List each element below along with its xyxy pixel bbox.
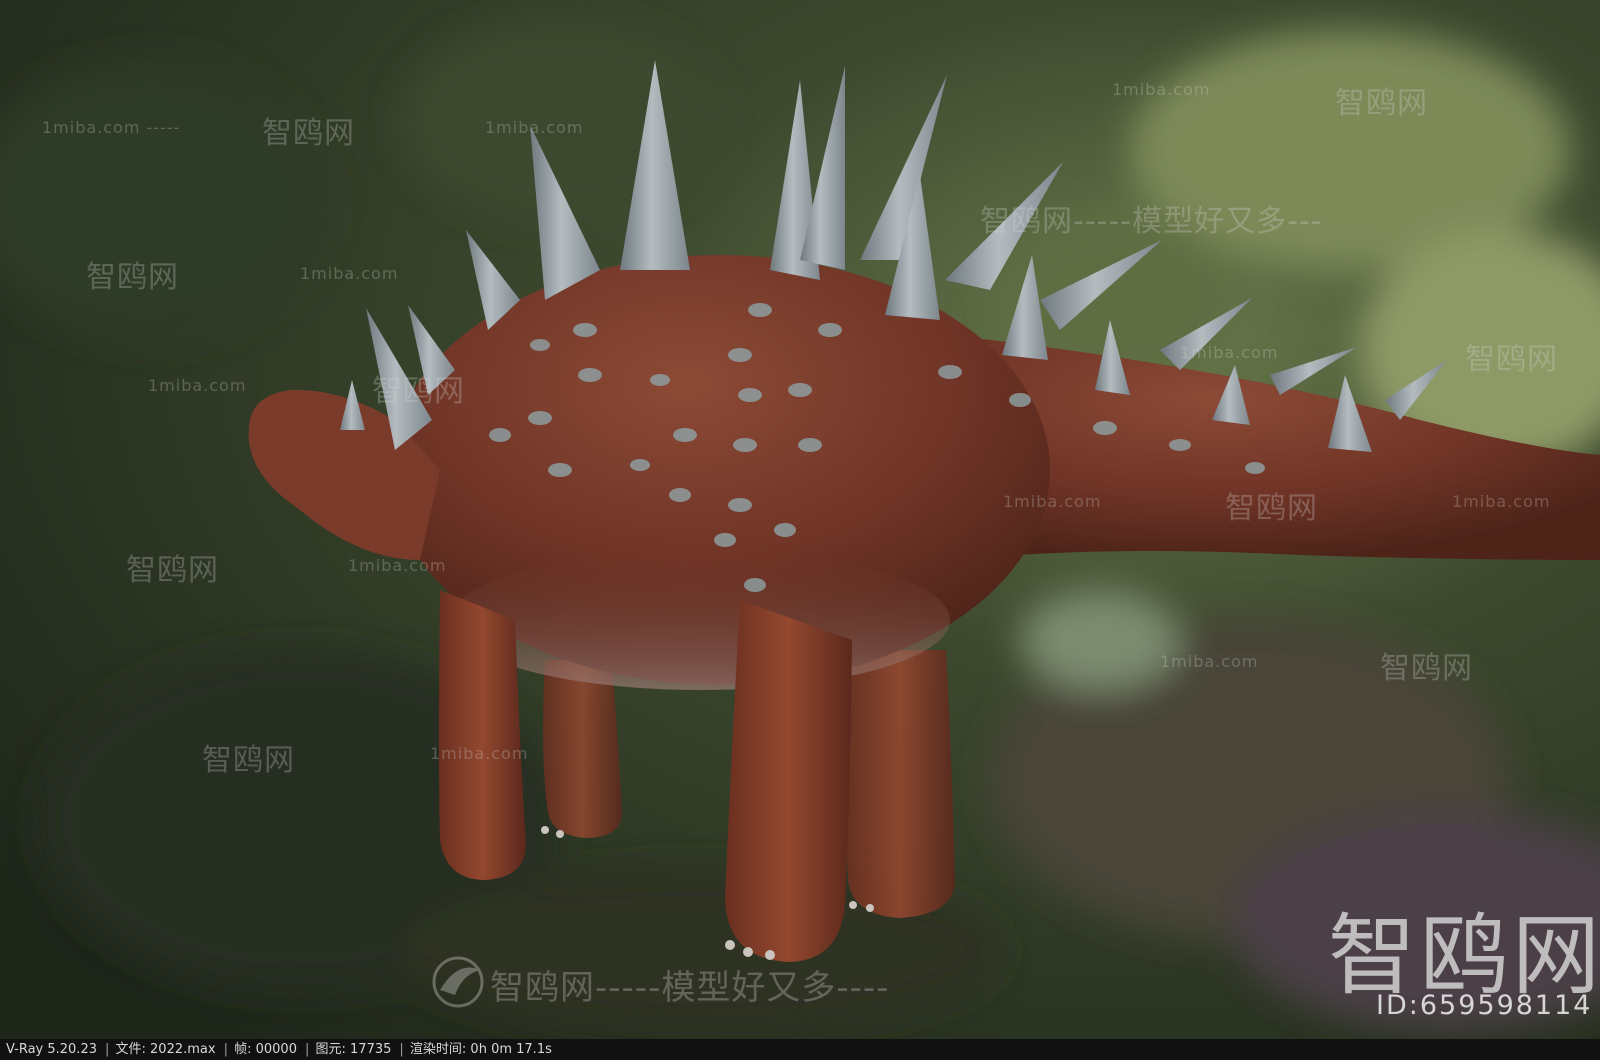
render-viewport: 1miba.com ----- 智鸥网 1miba.com 1miba.com … — [0, 0, 1600, 1039]
watermark-text: 1miba.com — [1180, 343, 1279, 362]
file-name: 文件: 2022.max — [115, 1042, 216, 1057]
renderer-version: V-Ray 5.20.23 — [6, 1042, 97, 1057]
watermark-text: 智鸥网 — [1335, 86, 1428, 121]
watermark-text: 1miba.com — [348, 556, 447, 575]
watermark-text: 1miba.com — [148, 376, 247, 395]
watermark-text: 1miba.com — [1112, 80, 1211, 99]
watermark-text: 智鸥网-----模型好又多--- — [980, 204, 1323, 239]
watermark-text: 1miba.com — [1452, 492, 1551, 511]
watermark-text: 智鸥网 — [372, 374, 465, 409]
rear-far-leg — [543, 660, 622, 838]
frame-number: 帧: 00000 — [234, 1042, 297, 1057]
watermark-text: 1miba.com — [485, 118, 584, 137]
watermark-text: 智鸥网 — [262, 116, 355, 151]
watermark-text: 1miba.com ----- — [42, 118, 181, 137]
watermark-text: 智鸥网 — [86, 260, 179, 295]
watermark-text: 智鸥网 — [1225, 491, 1318, 526]
front-near-leg — [439, 590, 526, 880]
watermark-text: 1miba.com — [300, 264, 399, 283]
watermark-text: 1miba.com — [430, 744, 529, 763]
hind-near-leg — [725, 600, 852, 962]
hind-far-leg — [845, 650, 955, 918]
watermark-text: 智鸥网 — [1380, 651, 1473, 686]
belly — [450, 550, 950, 690]
render-scene — [0, 0, 1600, 1039]
render-time: 渲染时间: 0h 0m 17.1s — [409, 1042, 552, 1057]
model-id-label: ID:659598114 — [1376, 990, 1593, 1021]
watermark-text: 智鸥网 — [1465, 342, 1558, 377]
watermark-slogan: 智鸥网-----模型好又多---- — [490, 968, 890, 1008]
primitive-count: 图元: 17735 — [315, 1042, 392, 1057]
watermark-text: 1miba.com — [1003, 492, 1102, 511]
render-statusbar: V-Ray 5.20.23 | 文件: 2022.max | 帧: 00000 | 图… — [0, 1039, 1600, 1060]
watermark-text: 智鸥网 — [202, 743, 295, 778]
watermark-text: 1miba.com — [1160, 652, 1259, 671]
watermark-text: 智鸥网 — [126, 553, 219, 588]
